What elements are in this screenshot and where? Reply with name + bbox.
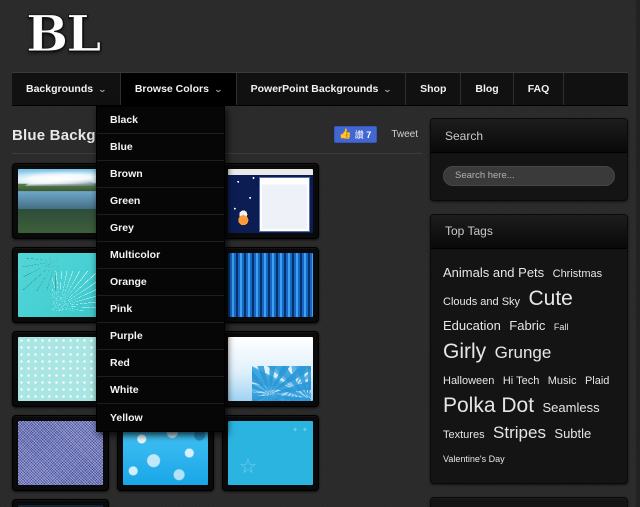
thumbnail-image	[228, 169, 313, 233]
tag-education[interactable]: Education	[443, 318, 501, 333]
tag-music[interactable]: Music	[548, 375, 577, 387]
tag-plaid[interactable]: Plaid	[585, 375, 609, 387]
thumbnail-blue-denim-texture[interactable]	[12, 415, 109, 491]
search-input[interactable]	[443, 165, 615, 186]
tag-christmas[interactable]: Christmas	[553, 268, 603, 280]
thumbnail-dandelion-on-turquoise[interactable]	[12, 247, 109, 323]
top-tags-widget-title: Top Tags	[431, 214, 627, 249]
dropdown-item-brown[interactable]: Brown	[97, 161, 224, 188]
search-widget: Search	[430, 118, 628, 201]
thumbnail-image	[18, 169, 103, 233]
tag-valentine-s-day[interactable]: Valentine's Day	[443, 454, 505, 464]
tweet-button[interactable]: Tweet	[391, 129, 418, 140]
dropdown-item-white[interactable]: White	[97, 377, 224, 404]
dropdown-item-green[interactable]: Green	[97, 188, 224, 215]
chevron-down-icon: ⌄	[98, 84, 107, 94]
top-tags-widget-body: Animals and Pets Christmas Clouds and Sk…	[431, 249, 627, 484]
thumbnail-image	[228, 253, 313, 317]
dropdown-item-multicolor[interactable]: Multicolor	[97, 242, 224, 269]
tag-halloween[interactable]: Halloween	[443, 375, 494, 387]
nav-item-label: Backgrounds	[26, 83, 94, 95]
site-header: BL	[0, 0, 640, 72]
main-navigation: Backgrounds ⌄ Browse Colors ⌄ PowerPoint Bac…	[12, 72, 628, 106]
snow-overlay	[228, 169, 313, 233]
dropdown-item-black[interactable]: Black	[97, 107, 224, 134]
thumbnail-image	[18, 421, 103, 485]
facebook-like-count: 7	[366, 129, 372, 140]
nav-item-label: Blog	[475, 83, 499, 95]
nav-item-blog[interactable]: Blog	[461, 73, 514, 105]
tag-cloud: Animals and Pets Christmas Clouds and Sk…	[443, 261, 615, 470]
facebook-like-label: 讚	[354, 130, 364, 140]
nav-item-backgrounds[interactable]: Backgrounds ⌄	[12, 73, 121, 105]
search-widget-title: Search	[431, 119, 627, 153]
thumbnail-image	[228, 337, 313, 401]
tag-cute[interactable]: Cute	[529, 287, 573, 310]
thumbnail-christmas-desktop-screenshot[interactable]	[222, 163, 319, 239]
facebook-like-button[interactable]: 👍 讚 7	[334, 126, 378, 143]
thumbnail-image	[228, 421, 313, 485]
nav-item-shop[interactable]: Shop	[406, 73, 462, 105]
tag-fabric[interactable]: Fabric	[509, 318, 545, 333]
tag-fall[interactable]: Fall	[554, 322, 569, 332]
dropdown-item-blue[interactable]: Blue	[97, 134, 224, 161]
dropdown-item-pink[interactable]: Pink	[97, 296, 224, 323]
social-share-group: 👍 讚 7 Tweet	[334, 126, 418, 143]
nav-item-label: PowerPoint Backgrounds	[250, 83, 379, 95]
tag-textures[interactable]: Textures	[443, 429, 485, 441]
tag-stripes[interactable]: Stripes	[493, 423, 546, 442]
thumbnail-image	[18, 253, 103, 317]
blank-widget	[430, 497, 628, 507]
tag-grunge[interactable]: Grunge	[495, 343, 552, 362]
chevron-down-icon: ⌄	[383, 84, 393, 94]
thumbnail-mountain-lake-reflection[interactable]	[12, 163, 109, 239]
thumbnail-image	[18, 337, 103, 401]
thumbnail-aqua-polka-dots[interactable]	[12, 331, 109, 407]
dropdown-item-red[interactable]: Red	[97, 350, 224, 377]
nav-item-faq[interactable]: FAQ	[514, 73, 565, 105]
dropdown-item-grey[interactable]: Grey	[97, 215, 224, 242]
chevron-down-icon: ⌄	[213, 84, 223, 94]
dropdown-item-purple[interactable]: Purple	[97, 323, 224, 350]
tag-seamless[interactable]: Seamless	[543, 400, 600, 415]
search-widget-body	[431, 153, 627, 200]
thumbnail-teal-polka-dot-circles[interactable]	[12, 499, 109, 507]
top-tags-widget: Top Tags Animals and Pets Christmas Clou…	[430, 213, 628, 485]
thumbnail-blue-vertical-stripes[interactable]	[222, 247, 319, 323]
tag-girly[interactable]: Girly	[443, 340, 486, 363]
nav-item-label: FAQ	[527, 83, 550, 95]
sidebar: Search Top Tags Animals and Pets Christm…	[430, 118, 628, 507]
tag-animals-and-pets[interactable]: Animals and Pets	[443, 265, 544, 280]
blank-widget-body	[431, 498, 627, 507]
thumbnail-cyan-star-outline[interactable]	[222, 415, 319, 491]
thumbs-up-icon: 👍	[339, 128, 352, 140]
dropdown-item-yellow[interactable]: Yellow	[97, 404, 224, 431]
tag-hi-tech[interactable]: Hi Tech	[503, 375, 539, 387]
tag-polka-dot[interactable]: Polka Dot	[443, 394, 534, 417]
nav-item-powerpoint-backgrounds[interactable]: PowerPoint Backgrounds ⌄	[237, 73, 407, 105]
page-scrollbar[interactable]	[636, 0, 640, 507]
nav-item-browse-colors[interactable]: Browse Colors ⌄	[120, 73, 237, 105]
thumbnail-blue-gears-tech[interactable]	[222, 331, 319, 407]
tag-clouds-and-sky[interactable]: Clouds and Sky	[443, 296, 520, 308]
nav-item-label: Shop	[420, 83, 447, 95]
dropdown-item-orange[interactable]: Orange	[97, 269, 224, 296]
site-logo[interactable]: BL	[25, 5, 101, 62]
nav-item-label: Browse Colors	[134, 83, 209, 95]
browse-colors-dropdown: Black Blue Brown Green Grey Multicolor Orange P…	[96, 106, 225, 432]
tag-subtle[interactable]: Subtle	[554, 426, 591, 441]
